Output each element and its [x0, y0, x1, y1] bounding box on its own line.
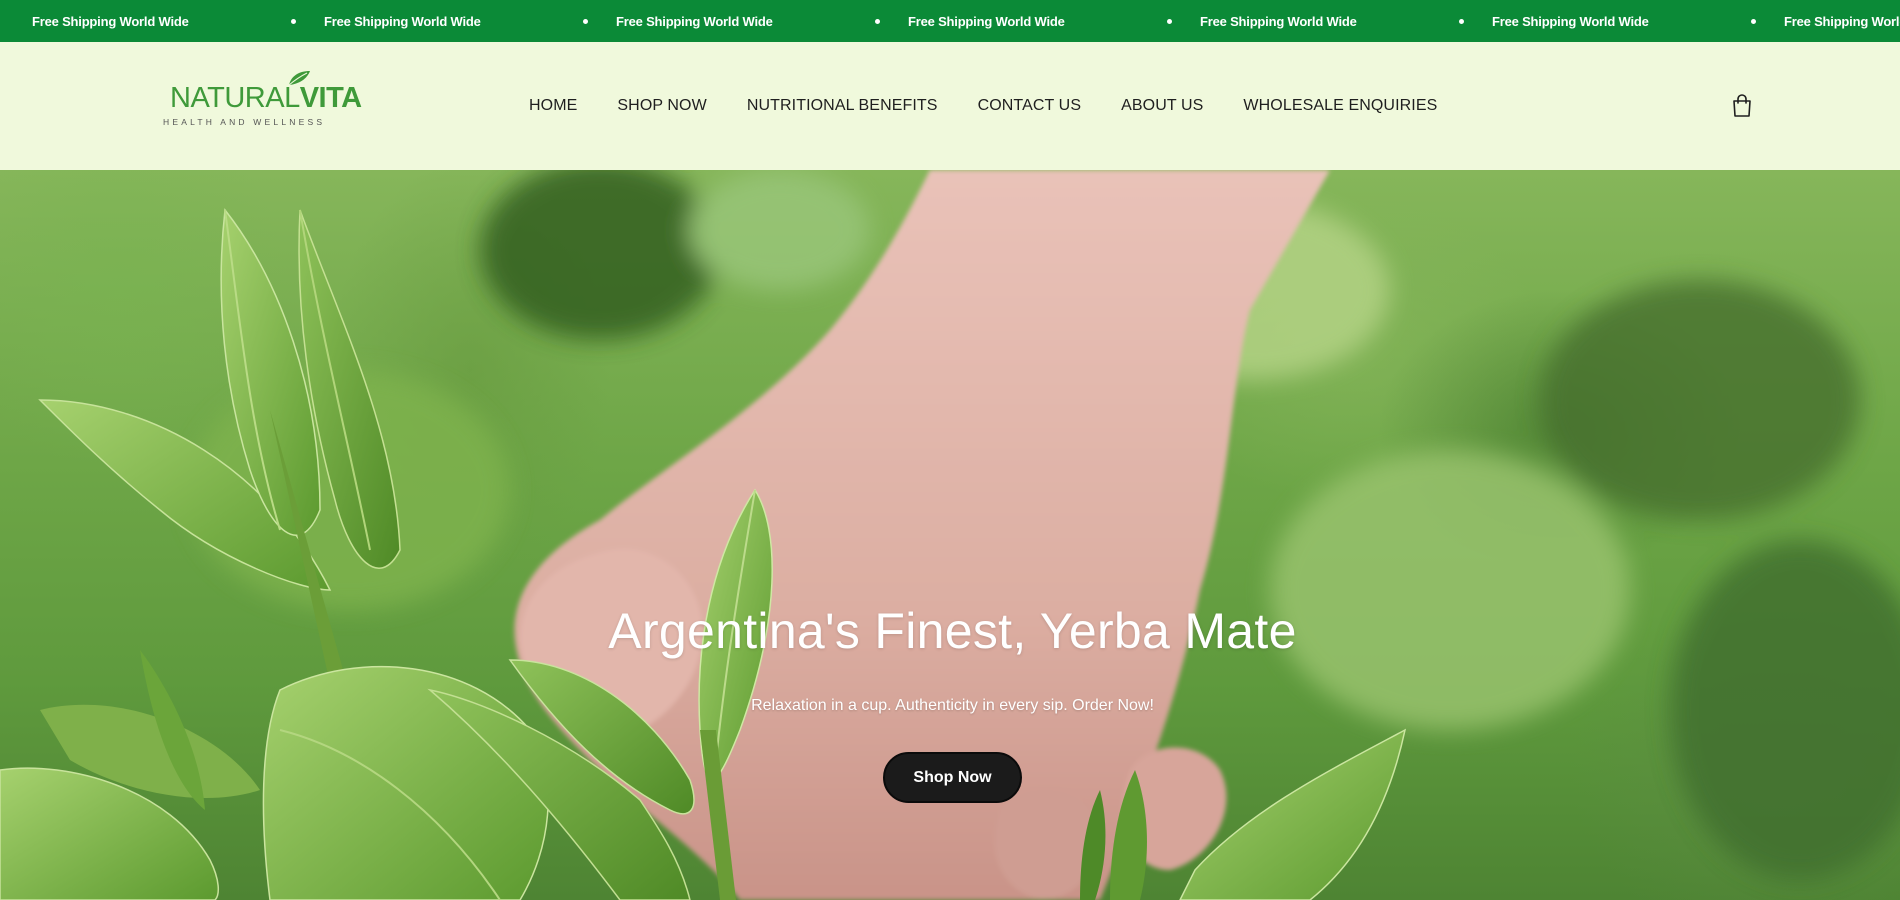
nav-item-nutritional-benefits[interactable]: NUTRITIONAL BENEFITS [747, 97, 938, 115]
bullet-separator [874, 18, 880, 24]
announcement-text: Free Shipping World Wide [1784, 13, 1900, 29]
announcement-item: Free Shipping World Wide [1784, 14, 1900, 29]
announcement-item: Free Shipping World Wide [1492, 14, 1784, 29]
hero-title: Argentina's Finest, Yerba Mate [608, 603, 1297, 659]
announcement-item: Free Shipping World Wide [324, 14, 616, 29]
bullet-separator [582, 18, 588, 24]
logo-word-vita: VITA [299, 82, 362, 114]
announcement-text: Free Shipping World Wide [908, 13, 1065, 29]
announcement-text: Free Shipping World Wide [324, 13, 481, 29]
announcement-text: Free Shipping World Wide [1492, 13, 1649, 29]
logo-word-natural: NATURAL [170, 82, 300, 114]
bullet-separator [1750, 18, 1756, 24]
shop-now-button[interactable]: Shop Now [883, 752, 1022, 803]
announcement-item: Free Shipping World Wide [1200, 14, 1492, 29]
nav-item-shop-now[interactable]: SHOP NOW [617, 97, 706, 115]
announcement-track: Free Shipping World Wide Free Shipping W… [32, 0, 1900, 42]
main-nav: HOME SHOP NOW NUTRITIONAL BENEFITS CONTA… [529, 42, 1437, 170]
announcement-text: Free Shipping World Wide [32, 13, 189, 29]
nav-item-home[interactable]: HOME [529, 97, 577, 115]
announcement-bar: Free Shipping World Wide Free Shipping W… [0, 0, 1900, 42]
bullet-separator [1458, 18, 1464, 24]
nav-item-about-us[interactable]: ABOUT US [1121, 97, 1203, 115]
announcement-item: Free Shipping World Wide [32, 14, 324, 29]
logo[interactable]: NATURALVITA HEALTH AND WELLNESS [160, 66, 362, 127]
nav-item-contact-us[interactable]: CONTACT US [978, 97, 1082, 115]
bullet-separator [290, 18, 296, 24]
nav-item-wholesale-enquiries[interactable]: WHOLESALE ENQUIRIES [1243, 97, 1437, 115]
announcement-item: Free Shipping World Wide [908, 14, 1200, 29]
logo-wordmark: NATURALVITA [170, 82, 362, 115]
announcement-text: Free Shipping World Wide [1200, 13, 1357, 29]
bullet-separator [1166, 18, 1172, 24]
announcement-item: Free Shipping World Wide [616, 14, 908, 29]
hero-subtitle: Relaxation in a cup. Authenticity in eve… [751, 697, 1154, 714]
announcement-text: Free Shipping World Wide [616, 13, 773, 29]
hero-banner: Argentina's Finest, Yerba Mate Relaxatio… [0, 170, 1900, 900]
site-header: NATURALVITA HEALTH AND WELLNESS HOME SHO… [0, 42, 1900, 170]
shopping-bag-icon[interactable] [1731, 94, 1753, 118]
logo-tagline: HEALTH AND WELLNESS [163, 117, 326, 127]
